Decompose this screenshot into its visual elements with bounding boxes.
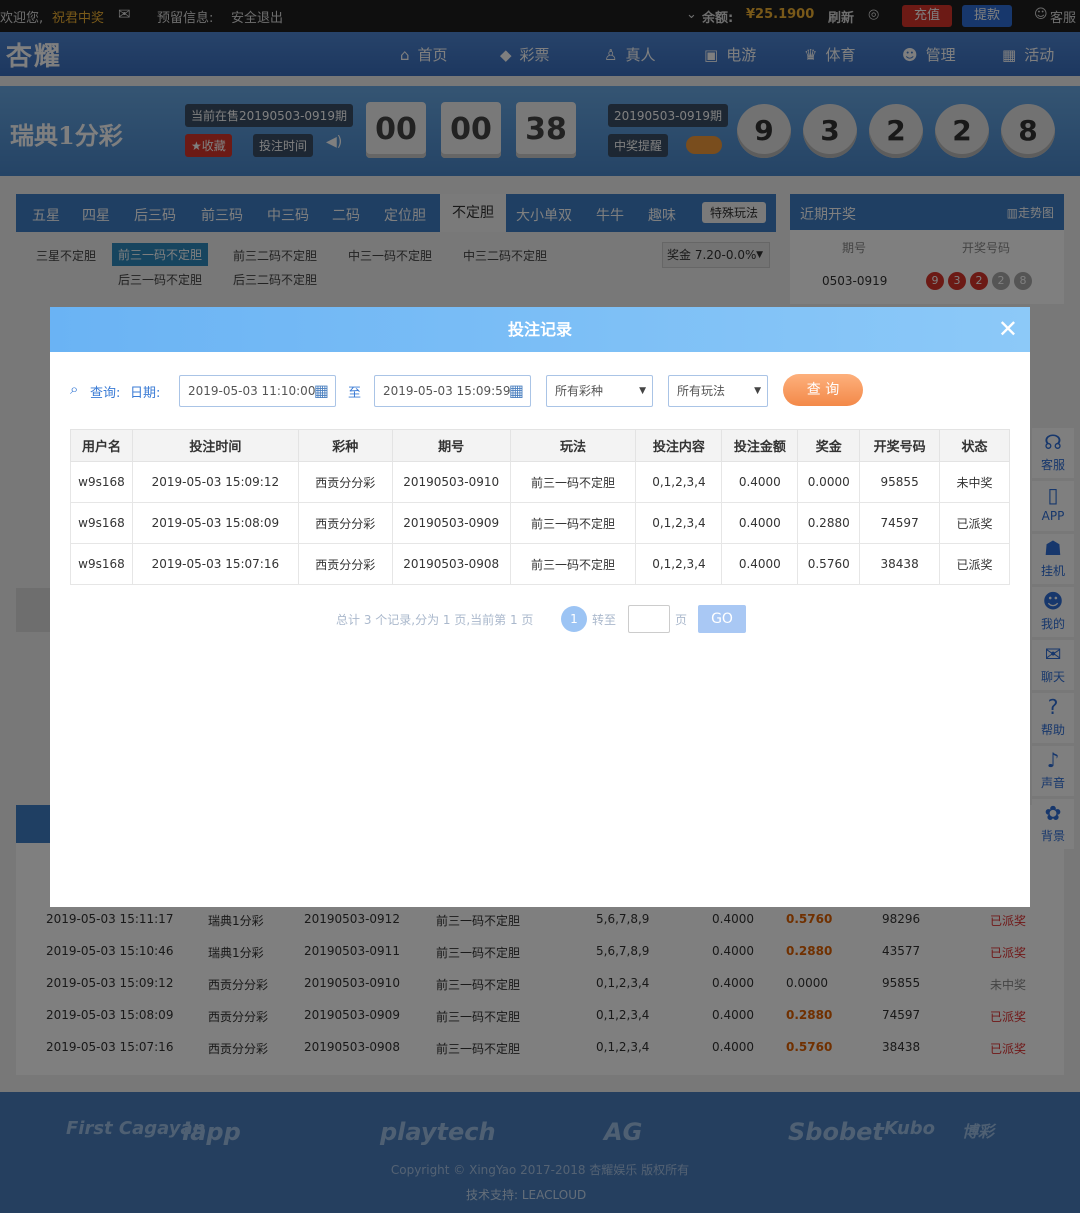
dialog-title: 投注记录 [50, 307, 1030, 352]
cell-issue: 20190503-0910 [391, 461, 511, 503]
cell-issue: 20190503-0908 [391, 543, 511, 585]
col-header: 奖金 [797, 429, 861, 462]
table-header-row: 用户名 投注时间 彩种 期号 玩法 投注内容 投注金额 奖金 开奖号码 状态 [70, 429, 1010, 462]
col-header: 期号 [391, 429, 511, 462]
cell-content: 0,1,2,3,4 [635, 461, 723, 503]
date-to-value: 2019-05-03 15:09:59 [383, 384, 511, 398]
table-row: w9s168 2019-05-03 15:09:12 西贡分分彩 20190503-0… [70, 461, 1010, 503]
cell-prize: 0.2880 [797, 502, 861, 544]
col-header: 玩法 [509, 429, 637, 462]
table-row: w9s168 2019-05-03 15:08:09 西贡分分彩 20190503-0… [70, 502, 1010, 544]
table-body: w9s168 2019-05-03 15:09:12 西贡分分彩 20190503-0… [70, 461, 1010, 585]
cell-play: 前三一码不定胆 [509, 461, 637, 503]
col-header: 开奖号码 [859, 429, 941, 462]
pager-goto-label: 转至 [592, 613, 617, 627]
bet-record-table: 用户名 投注时间 彩种 期号 玩法 投注内容 投注金额 奖金 开奖号码 状态 w… [70, 429, 1010, 585]
date-from-input[interactable]: 2019-05-03 11:10:00 ▦ [179, 375, 336, 407]
cell-status: 已派奖 [939, 502, 1010, 544]
go-button[interactable]: GO [698, 605, 746, 633]
pager-page-unit: 页 [675, 613, 688, 627]
lottery-type-value: 所有彩种 [555, 384, 604, 398]
cell-amount: 0.4000 [721, 461, 799, 503]
table-row: w9s168 2019-05-03 15:07:16 西贡分分彩 20190503-0… [70, 543, 1010, 585]
search-icon: ⌕ [70, 380, 79, 398]
cell-amount: 0.4000 [721, 543, 799, 585]
cell-prize: 0.5760 [797, 543, 861, 585]
cell-amount: 0.4000 [721, 502, 799, 544]
date-label: 日期: [130, 386, 161, 401]
col-header: 用户名 [70, 429, 133, 462]
play-type-value: 所有玩法 [677, 384, 726, 398]
calendar-icon[interactable]: ▦ [314, 376, 329, 406]
cell-status: 已派奖 [939, 543, 1010, 585]
bet-record-dialog: 投注记录 ✕ ⌕ 查询: 日期: 2019-05-03 11:10:00 ▦ 至 … [50, 307, 1030, 907]
col-header: 投注时间 [131, 429, 299, 462]
cell-draw: 38438 [859, 543, 941, 585]
caret-down-icon: ▼ [754, 386, 761, 396]
cell-lottery: 西贡分分彩 [297, 543, 393, 585]
date-to-input[interactable]: 2019-05-03 15:09:59 ▦ [374, 375, 531, 407]
col-header: 投注金额 [721, 429, 799, 462]
cell-user: w9s168 [70, 543, 133, 585]
cell-time: 2019-05-03 15:07:16 [131, 543, 299, 585]
pager-page-input[interactable] [628, 605, 670, 633]
cell-content: 0,1,2,3,4 [635, 543, 723, 585]
cell-prize: 0.0000 [797, 461, 861, 503]
query-button[interactable]: 查 询 [783, 374, 863, 406]
cell-draw: 74597 [859, 502, 941, 544]
play-type-select[interactable]: 所有玩法 ▼ [668, 375, 768, 407]
cell-user: w9s168 [70, 502, 133, 544]
cell-status: 未中奖 [939, 461, 1010, 503]
col-header: 彩种 [297, 429, 393, 462]
lottery-type-select[interactable]: 所有彩种 ▼ [546, 375, 653, 407]
cell-time: 2019-05-03 15:09:12 [131, 461, 299, 503]
cell-time: 2019-05-03 15:08:09 [131, 502, 299, 544]
close-icon[interactable]: ✕ [998, 315, 1018, 343]
cell-play: 前三一码不定胆 [509, 543, 637, 585]
pager-current-page[interactable]: 1 [561, 606, 587, 632]
date-from-value: 2019-05-03 11:10:00 [188, 384, 316, 398]
col-header: 投注内容 [635, 429, 723, 462]
pager-summary: 总计 3 个记录,分为 1 页,当前第 1 页 [336, 613, 534, 627]
cell-lottery: 西贡分分彩 [297, 461, 393, 503]
query-label: 查询: [90, 386, 121, 401]
calendar-icon[interactable]: ▦ [509, 376, 524, 406]
caret-down-icon: ▼ [639, 386, 646, 396]
cell-user: w9s168 [70, 461, 133, 503]
cell-content: 0,1,2,3,4 [635, 502, 723, 544]
cell-draw: 95855 [859, 461, 941, 503]
cell-issue: 20190503-0909 [391, 502, 511, 544]
cell-lottery: 西贡分分彩 [297, 502, 393, 544]
cell-play: 前三一码不定胆 [509, 502, 637, 544]
date-to-separator: 至 [348, 386, 362, 401]
col-header: 状态 [939, 429, 1010, 462]
